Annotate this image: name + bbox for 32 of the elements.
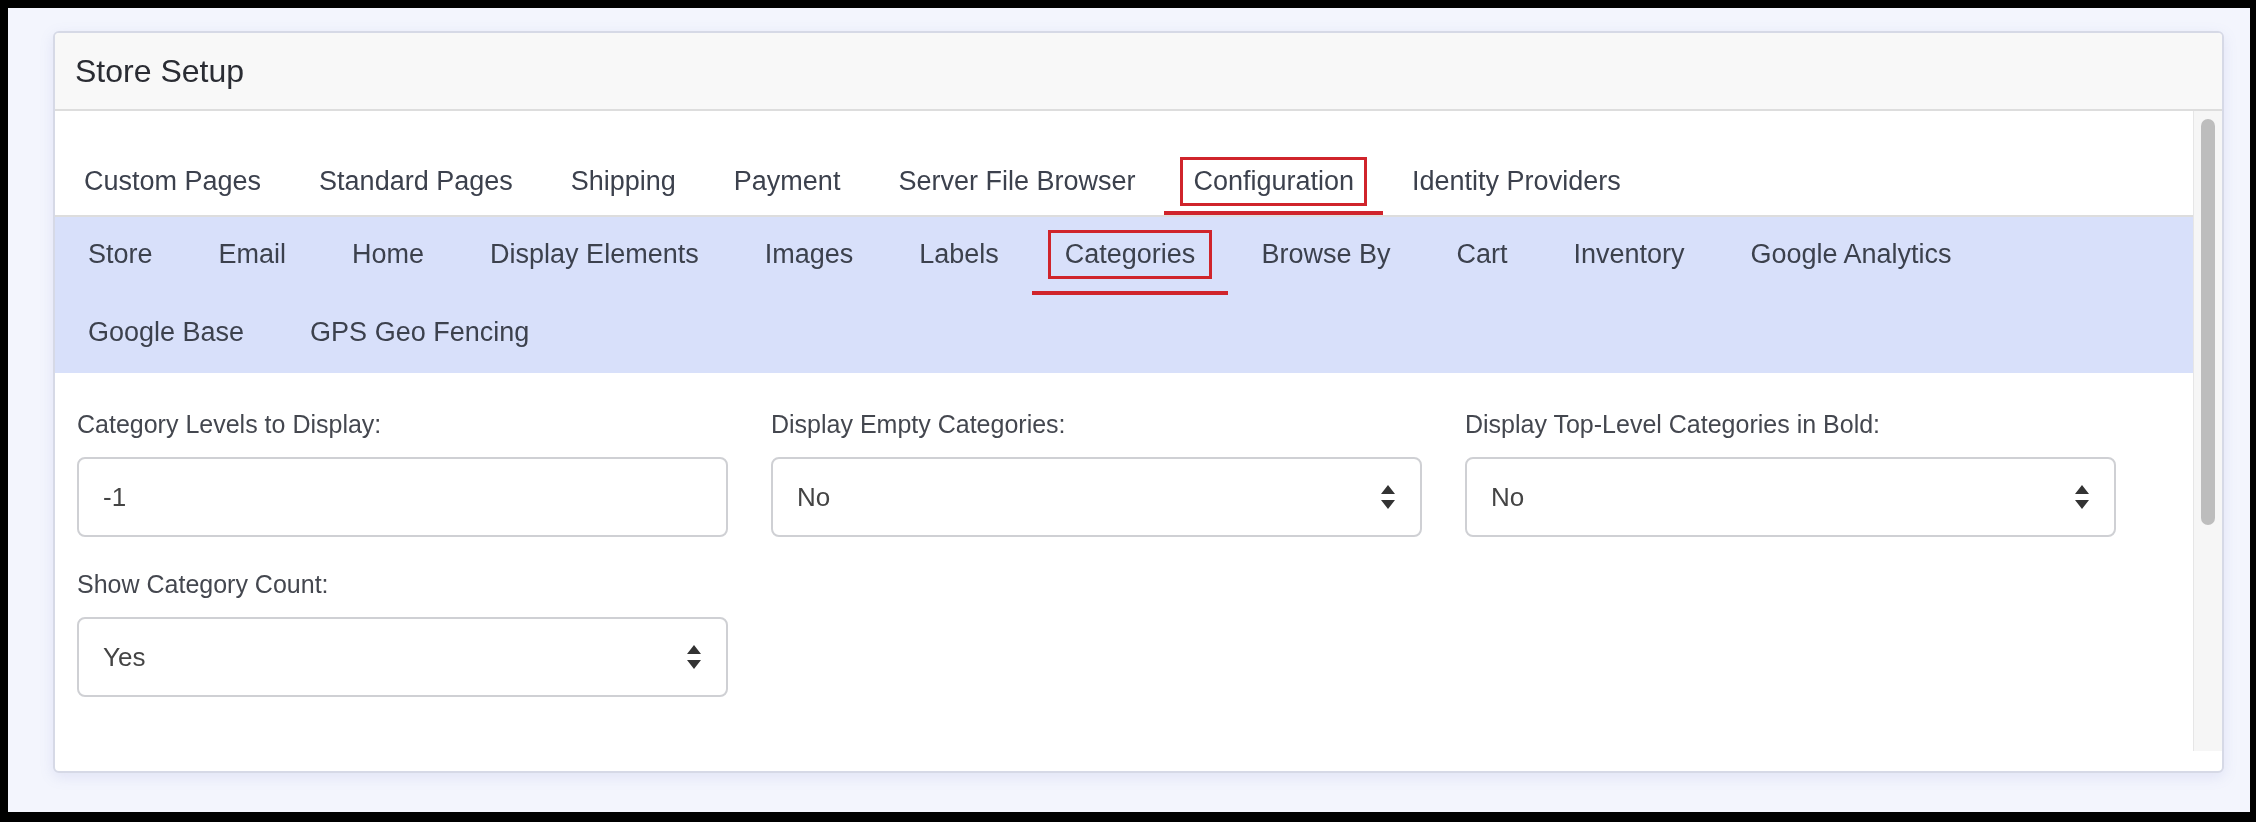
scrollbar-thumb[interactable] bbox=[2201, 119, 2215, 525]
field-label: Display Empty Categories: bbox=[771, 409, 1067, 439]
subtab[interactable]: Labels bbox=[886, 217, 1032, 295]
field-label: Category Levels to Display: bbox=[77, 409, 383, 439]
tab[interactable]: Standard Pages bbox=[290, 151, 542, 215]
scrollbar[interactable] bbox=[2193, 111, 2222, 751]
subtab[interactable]: Display Elements bbox=[457, 217, 732, 295]
select-dropdown[interactable]: No bbox=[771, 457, 1422, 537]
tab[interactable]: Shipping bbox=[541, 151, 705, 215]
tab[interactable]: Payment bbox=[704, 151, 870, 215]
subtab[interactable]: Home bbox=[319, 217, 458, 295]
up-down-arrows-icon bbox=[686, 644, 702, 670]
subtab[interactable]: Browse By bbox=[1228, 217, 1424, 295]
panel-title: Store Setup bbox=[75, 52, 244, 90]
subtab[interactable]: Cart bbox=[1423, 217, 1541, 295]
subtab[interactable]: Email bbox=[185, 217, 320, 295]
tab[interactable]: Server File Browser bbox=[869, 151, 1165, 215]
field-label: Display Top-Level Categories in Bold: bbox=[1465, 409, 1882, 439]
select-dropdown[interactable]: Yes bbox=[77, 617, 728, 697]
text-input[interactable]: -1 bbox=[77, 457, 728, 537]
tab[interactable]: Identity Providers bbox=[1383, 151, 1650, 215]
subtab[interactable]: Store bbox=[55, 217, 186, 295]
up-down-arrows-icon bbox=[2074, 484, 2090, 510]
select-dropdown[interactable]: No bbox=[1465, 457, 2116, 537]
subtab[interactable]: Google Analytics bbox=[1717, 217, 1985, 295]
field-label: Show Category Count: bbox=[77, 569, 330, 599]
subtab[interactable]: Images bbox=[731, 217, 887, 295]
subtab[interactable]: Google Base bbox=[55, 295, 278, 373]
tab[interactable]: Custom Pages bbox=[55, 151, 291, 215]
subtab[interactable]: GPS Geo Fencing bbox=[277, 295, 563, 373]
up-down-arrows-icon bbox=[1380, 484, 1396, 510]
subtab[interactable]: Inventory bbox=[1540, 217, 1718, 295]
